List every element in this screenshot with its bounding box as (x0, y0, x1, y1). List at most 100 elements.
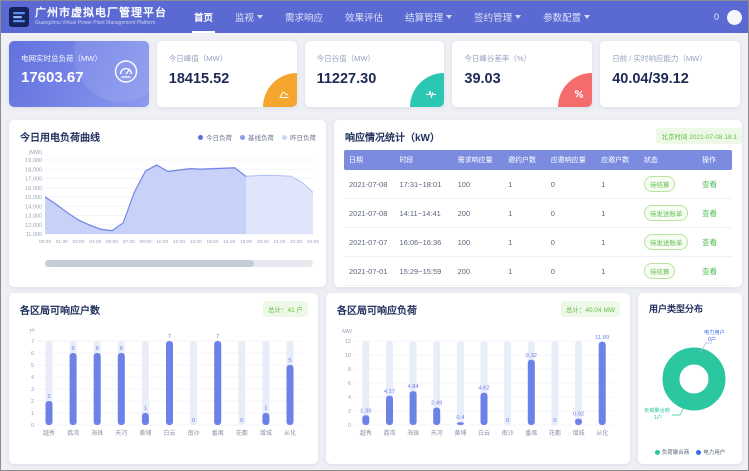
column-header: 状态 (639, 155, 697, 165)
legend-label: 基线负荷 (248, 132, 274, 142)
status-badge: 待结算 (644, 176, 676, 192)
nav-item-0[interactable]: 首页 (183, 1, 224, 33)
svg-text:1户: 1户 (654, 413, 662, 421)
svg-text:电力用户: 电力用户 (704, 328, 725, 336)
district-users-chart: 76543210户2越秀6荔湾6海珠6天河1黄埔7白云0南沙7番禺0花都1增城5… (17, 323, 310, 454)
chart-zoom-selected[interactable] (45, 260, 254, 267)
avatar[interactable] (727, 10, 742, 25)
main-nav: 首页监视需求响应效果评估结算管理 签约管理参数配置 (183, 1, 601, 33)
svg-text:海珠: 海珠 (407, 429, 419, 437)
percent-icon (558, 73, 592, 107)
column-header: 日期 (344, 155, 394, 165)
svg-text:18,000: 18,000 (25, 167, 42, 173)
svg-text:2.49: 2.49 (431, 401, 442, 407)
column-header: 应邀响应量 (546, 155, 596, 165)
legend-item-0[interactable]: 今日负荷 (198, 132, 232, 142)
nav-item-2[interactable]: 需求响应 (274, 1, 334, 33)
svg-text:0户: 0户 (708, 335, 716, 343)
svg-text:荔湾: 荔湾 (67, 429, 79, 437)
table-cell: 1 (503, 180, 546, 189)
svg-text:天河: 天河 (431, 429, 443, 437)
district-load-card: 各区局可响应负荷 总计：40.04 MW 121086420MW1.39越秀4.… (326, 293, 630, 464)
donut-legend-item-0[interactable]: 负荷聚合商 (655, 448, 690, 456)
chart-zoom-slider[interactable] (45, 260, 313, 267)
svg-text:16:30: 16:30 (223, 239, 235, 245)
table-cell: 15:29~15:59 (394, 267, 452, 276)
nav-item-4[interactable]: 结算管理 (394, 1, 463, 33)
nav-item-5[interactable]: 签约管理 (463, 1, 532, 33)
svg-text:6: 6 (348, 381, 351, 387)
svg-text:黄埔: 黄埔 (454, 429, 466, 437)
svg-text:0: 0 (348, 423, 351, 429)
nav-item-label: 首页 (194, 10, 213, 24)
svg-text:2: 2 (31, 399, 34, 405)
table-cell: 14:11~14:41 (394, 209, 452, 218)
legend-item-1[interactable]: 基线负荷 (240, 132, 274, 142)
legend-label: 今日负荷 (206, 132, 232, 142)
kpi-value: 18415.52 (169, 71, 229, 87)
svg-text:4: 4 (348, 395, 351, 401)
svg-text:从化: 从化 (596, 429, 608, 437)
kpi-row: 电网实时总负荷（MW）17603.67今日峰值（MW）18415.52今日谷值（… (9, 41, 740, 107)
table-cell: 待发送账单 (639, 205, 697, 221)
svg-text:番禺: 番禺 (525, 430, 537, 437)
legend-label: 昨日负荷 (290, 132, 316, 142)
svg-text:24:00: 24:00 (307, 239, 319, 245)
nav-item-label: 结算管理 (405, 10, 443, 24)
status-badge: 待发送账单 (644, 234, 689, 250)
svg-text:7: 7 (31, 339, 34, 345)
table-cell: 查看 (697, 266, 732, 277)
svg-text:1: 1 (144, 406, 147, 412)
response-stats-title: 响应情况统计（kW） (345, 129, 440, 144)
donut-legend-item-1[interactable]: 电力用户 (696, 448, 725, 456)
table-cell: 查看 (697, 237, 732, 248)
column-header: 时段 (394, 155, 452, 165)
svg-text:0: 0 (553, 418, 556, 424)
nav-item-6[interactable]: 参数配置 (532, 1, 601, 33)
nav-item-3[interactable]: 效果评估 (334, 1, 394, 33)
chevron-down-icon (515, 15, 521, 19)
curve-icon (263, 73, 297, 107)
view-link[interactable]: 查看 (702, 209, 717, 218)
view-link[interactable]: 查看 (702, 180, 717, 189)
table-cell: 2021-07-01 (344, 267, 394, 276)
view-link[interactable]: 查看 (702, 267, 717, 276)
kpi-label: 今日峰谷差率（%） (464, 53, 531, 64)
table-cell: 查看 (697, 179, 732, 190)
load-curve-card: 今日用电负荷曲线 今日负荷 基线负荷 昨日负荷 19,00018,00017,000… (9, 120, 326, 287)
user-type-title: 用户类型分布 (649, 302, 703, 315)
svg-text:南沙: 南沙 (502, 429, 514, 437)
svg-text:6: 6 (120, 346, 123, 352)
column-header: 邀约户数 (503, 155, 546, 165)
kpi-card-1: 今日峰值（MW）18415.52 (157, 41, 297, 107)
table-cell: 1 (503, 209, 546, 218)
svg-text:(MW): (MW) (29, 150, 43, 156)
svg-text:越秀: 越秀 (360, 429, 372, 437)
load-curve-title: 今日用电负荷曲线 (20, 129, 100, 144)
kpi-card-0: 电网实时总负荷（MW）17603.67 (9, 41, 149, 107)
svg-text:花都: 花都 (236, 429, 248, 437)
response-table: 日期时段需求响应量邀约户数应邀响应量应邀户数状态操作2021-07-0817:3… (344, 150, 732, 286)
svg-text:6: 6 (31, 351, 34, 357)
kpi-value: 17603.67 (21, 69, 84, 86)
legend-item-2[interactable]: 昨日负荷 (282, 132, 316, 142)
legend-dot (696, 450, 701, 455)
table-cell: 2021-07-07 (344, 238, 394, 247)
nav-item-1[interactable]: 监视 (224, 1, 274, 33)
user-type-donut-chart: 电力用户0户负荷聚合商1户 (640, 315, 740, 432)
dashboard-page: 广州市虚拟电厂管理平台 Guangzhou Virtual Power Plan… (0, 0, 749, 471)
kpi-value: 40.04/39.12 (612, 71, 689, 87)
svg-text:18:00: 18:00 (240, 239, 252, 245)
svg-text:增城: 增城 (260, 429, 272, 437)
legend-dot (198, 135, 203, 140)
column-header: 应邀户数 (596, 155, 639, 165)
svg-text:8: 8 (348, 367, 351, 373)
load-curve-chart: 19,00018,00017,00016,00015,00014,00013,0… (15, 146, 320, 257)
table-cell: 待结算 (639, 263, 697, 279)
notification-count[interactable]: 0 (714, 12, 719, 22)
table-cell: 1 (503, 238, 546, 247)
svg-text:0: 0 (192, 418, 195, 424)
svg-text:0.92: 0.92 (573, 412, 584, 418)
view-link[interactable]: 查看 (702, 238, 717, 247)
svg-text:10: 10 (345, 353, 351, 359)
